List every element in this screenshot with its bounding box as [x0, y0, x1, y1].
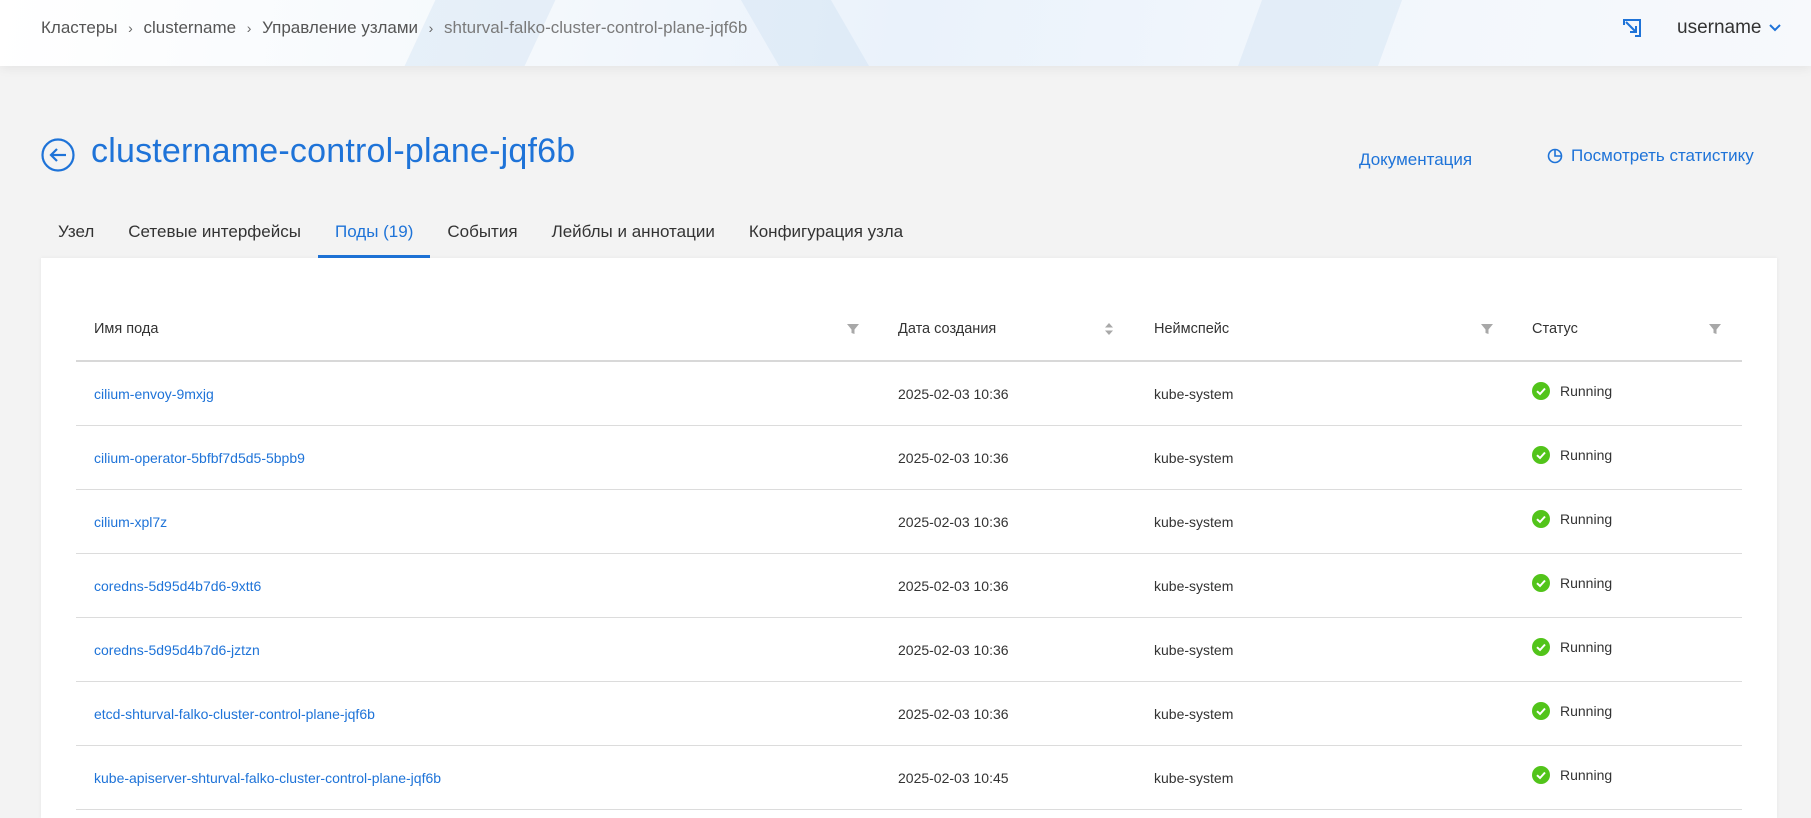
- status-text: Running: [1560, 382, 1613, 399]
- filter-icon[interactable]: [1708, 322, 1722, 336]
- created-cell: 2025-02-03 10:36: [880, 553, 1136, 618]
- column-header-pod-name: Имя пода: [76, 298, 880, 362]
- username: username: [1677, 17, 1762, 38]
- table-row: cilium-xpl7z 2025-02-03 10:36 kube-syste…: [76, 489, 1742, 554]
- header-decoration: [740, 0, 870, 66]
- status-badge: Running: [1532, 509, 1742, 528]
- status-text: Running: [1560, 510, 1613, 527]
- tab-pods[interactable]: Поды (19): [317, 210, 431, 258]
- column-label: Неймспейс: [1154, 321, 1230, 337]
- status-badge: Running: [1532, 765, 1742, 784]
- created-cell: 2025-02-03 10:36: [880, 361, 1136, 426]
- tab-bar: Узел Сетевые интерфейсы Поды (19) Событи…: [41, 210, 920, 258]
- pod-name-link[interactable]: coredns-5d95d4b7d6-9xtt6: [94, 578, 261, 594]
- view-statistics-label: Посмотреть статистику: [1571, 146, 1754, 165]
- column-header-created: Дата создания: [880, 298, 1136, 362]
- status-badge: Running: [1532, 701, 1742, 720]
- breadcrumb-item-clusters[interactable]: Кластеры: [41, 18, 118, 38]
- chevron-right-icon: ›: [128, 20, 133, 36]
- open-in-new-icon[interactable]: [1620, 16, 1644, 40]
- namespace-cell: kube-system: [1136, 617, 1514, 682]
- filter-icon[interactable]: [846, 322, 860, 336]
- view-statistics-link[interactable]: Посмотреть статистику: [1547, 146, 1754, 166]
- chevron-right-icon: ›: [428, 20, 434, 36]
- pod-name-link[interactable]: cilium-envoy-9mxjg: [94, 386, 214, 402]
- pod-name-link[interactable]: cilium-xpl7z: [94, 514, 167, 530]
- namespace-cell: kube-system: [1136, 553, 1514, 618]
- header-decoration: [1237, 0, 1403, 66]
- table-row: cilium-envoy-9mxjg 2025-02-03 10:36 kube…: [76, 361, 1742, 426]
- column-label: Статус: [1532, 321, 1578, 337]
- check-circle-icon: [1532, 445, 1550, 464]
- chevron-down-icon: [1768, 24, 1781, 32]
- table-row: coredns-5d95d4b7d6-9xtt6 2025-02-03 10:3…: [76, 553, 1742, 618]
- user-menu[interactable]: username: [1677, 17, 1782, 39]
- column-header-status: Статус: [1514, 298, 1742, 362]
- table-row: kube-apiserver-shturval-falko-cluster-co…: [76, 745, 1742, 810]
- documentation-link[interactable]: Документация: [1359, 150, 1472, 170]
- pod-name-link[interactable]: coredns-5d95d4b7d6-jztzn: [94, 642, 260, 658]
- breadcrumb-item-current: shturval-falko-cluster-control-plane-jqf…: [444, 18, 748, 37]
- namespace-cell: kube-system: [1136, 361, 1514, 426]
- breadcrumb-item-node-management[interactable]: Управление узлами: [262, 18, 418, 38]
- filter-icon[interactable]: [1480, 322, 1494, 336]
- status-text: Running: [1560, 446, 1613, 463]
- tab-node-config[interactable]: Конфигурация узла: [732, 210, 920, 258]
- pods-table: Имя пода Дата создания Неймспейс Статус …: [76, 298, 1742, 810]
- tab-labels-annotations[interactable]: Лейблы и аннотации: [535, 210, 732, 258]
- tab-network-interfaces[interactable]: Сетевые интерфейсы: [111, 210, 318, 258]
- pod-name-link[interactable]: cilium-operator-5bfbf7d5d5-5bpb9: [94, 450, 305, 466]
- check-circle-icon: [1532, 381, 1550, 400]
- namespace-cell: kube-system: [1136, 425, 1514, 490]
- chevron-right-icon: ›: [246, 20, 252, 36]
- namespace-cell: kube-system: [1136, 745, 1514, 810]
- check-circle-icon: [1532, 701, 1550, 720]
- table-row: cilium-operator-5bfbf7d5d5-5bpb9 2025-02…: [76, 425, 1742, 490]
- check-circle-icon: [1532, 573, 1550, 592]
- column-header-namespace: Неймспейс: [1136, 298, 1514, 362]
- status-badge: Running: [1532, 381, 1742, 400]
- created-cell: 2025-02-03 10:36: [880, 617, 1136, 682]
- check-circle-icon: [1532, 765, 1550, 784]
- status-text: Running: [1560, 766, 1613, 783]
- created-cell: 2025-02-03 10:36: [880, 489, 1136, 554]
- status-badge: Running: [1532, 637, 1742, 656]
- status-text: Running: [1560, 702, 1613, 719]
- namespace-cell: kube-system: [1136, 681, 1514, 746]
- check-circle-icon: [1532, 637, 1550, 656]
- column-label: Дата создания: [898, 321, 997, 337]
- breadcrumb: Кластеры › clustername › Управление узла…: [41, 18, 747, 38]
- created-cell: 2025-02-03 10:36: [880, 681, 1136, 746]
- pods-panel: Имя пода Дата создания Неймспейс Статус …: [41, 258, 1777, 818]
- table-row: coredns-5d95d4b7d6-jztzn 2025-02-03 10:3…: [76, 617, 1742, 682]
- check-circle-icon: [1532, 509, 1550, 528]
- back-arrow-icon[interactable]: [41, 138, 75, 172]
- namespace-cell: kube-system: [1136, 489, 1514, 554]
- column-label: Имя пода: [94, 321, 159, 337]
- table-row: etcd-shturval-falko-cluster-control-plan…: [76, 681, 1742, 746]
- status-text: Running: [1560, 574, 1613, 591]
- tab-node[interactable]: Узел: [41, 210, 111, 258]
- tab-events[interactable]: События: [430, 210, 534, 258]
- created-cell: 2025-02-03 10:45: [880, 745, 1136, 810]
- top-bar: Кластеры › clustername › Управление узла…: [0, 0, 1811, 66]
- pod-name-link[interactable]: kube-apiserver-shturval-falko-cluster-co…: [94, 770, 441, 786]
- breadcrumb-item-cluster[interactable]: clustername: [144, 18, 237, 38]
- pie-chart-icon: [1547, 148, 1563, 164]
- status-badge: Running: [1532, 573, 1742, 592]
- status-text: Running: [1560, 638, 1613, 655]
- status-badge: Running: [1532, 445, 1742, 464]
- sort-icon[interactable]: [1102, 322, 1116, 336]
- pod-name-link[interactable]: etcd-shturval-falko-cluster-control-plan…: [94, 706, 375, 722]
- page-title: clustername-control-plane-jqf6b: [91, 132, 576, 170]
- created-cell: 2025-02-03 10:36: [880, 425, 1136, 490]
